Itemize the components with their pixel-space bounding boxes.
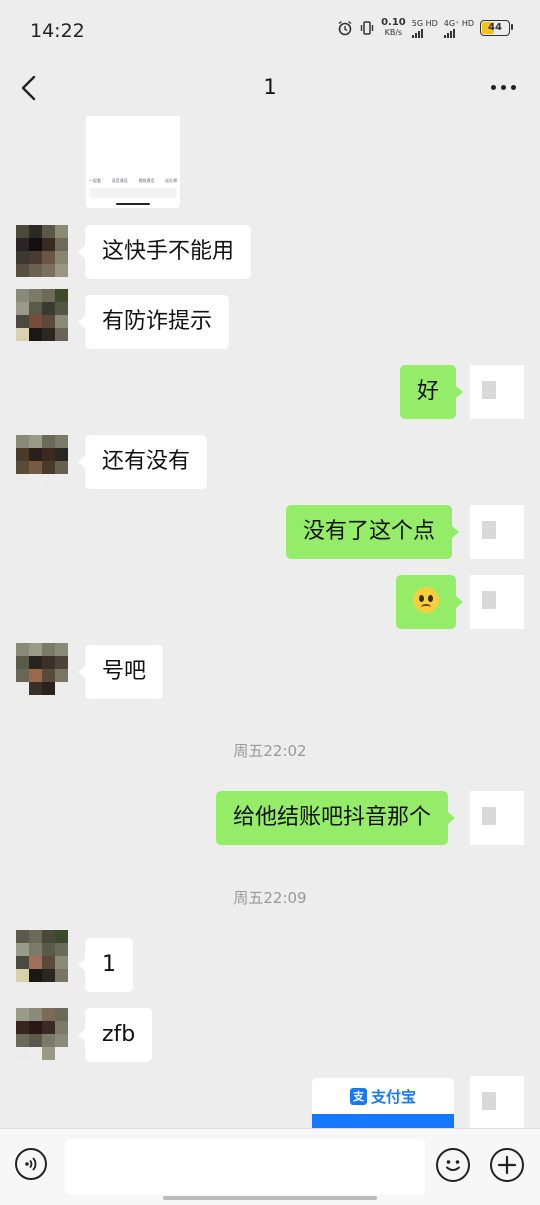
battery-icon: 44 <box>480 20 513 36</box>
status-time: 14:22 <box>30 20 85 42</box>
avatar[interactable] <box>16 643 68 695</box>
time-separator: 周五22:09 <box>233 889 307 907</box>
vibrate-icon <box>360 21 374 35</box>
avatar[interactable] <box>16 289 68 341</box>
sim1-signal: 5G HD <box>411 18 438 38</box>
avatar[interactable] <box>16 1008 68 1060</box>
chat-header: 1 <box>0 62 540 116</box>
message-bubble[interactable]: 还有没有 <box>77 435 208 489</box>
image-message[interactable]: 一起看 语音通话 视频通话 送礼物 <box>86 116 180 208</box>
chat-title: 1 <box>263 75 277 99</box>
message-bubble[interactable]: 号吧 <box>77 645 164 699</box>
pleading-face-emoji <box>413 587 439 613</box>
my-avatar[interactable] <box>470 365 524 419</box>
avatar[interactable] <box>16 225 68 277</box>
preview-item: 送礼物 <box>164 178 177 183</box>
my-avatar[interactable] <box>470 1076 524 1128</box>
message-input[interactable] <box>65 1139 425 1195</box>
message-bubble[interactable]: 1 <box>78 938 133 992</box>
battery-level: 44 <box>488 22 502 33</box>
message-bubble[interactable]: 有防诈提示 <box>77 295 230 349</box>
status-icons: 0.10 KB/s 5G HD 4G⁺ HD 44 <box>337 18 513 38</box>
status-bar: 14:22 0.10 KB/s 5G HD 4G⁺ HD 44 <box>0 0 540 62</box>
message-bubble-emoji[interactable] <box>396 575 463 629</box>
net-speed: 0.10 KB/s <box>381 18 406 38</box>
alipay-brand: 支付宝 <box>370 1087 416 1106</box>
more-icon[interactable] <box>491 85 516 90</box>
alipay-card[interactable]: 支 支付宝 <box>312 1078 454 1128</box>
message-bubble[interactable]: 这快手不能用 <box>77 225 252 279</box>
preview-item: 一起看 <box>89 178 101 183</box>
image-preview-toolbar: 一起看 语音通话 视频通话 送礼物 <box>89 178 177 186</box>
message-bubble[interactable]: 没有了这个点 <box>286 505 460 559</box>
voice-icon[interactable] <box>15 1148 47 1180</box>
message-bubble[interactable]: zfb <box>77 1008 153 1062</box>
net-speed-unit: KB/s <box>384 28 403 37</box>
sim1-label: 5G HD <box>411 18 438 28</box>
my-avatar[interactable] <box>470 791 524 845</box>
alarm-icon <box>338 20 352 36</box>
alipay-banner <box>312 1114 454 1128</box>
signal-icon <box>411 28 438 38</box>
alipay-logo-icon: 支 <box>349 1087 367 1105</box>
sim2-label: 4G⁺ HD <box>443 18 474 28</box>
time-separator: 周五22:02 <box>233 742 307 760</box>
plus-icon[interactable] <box>490 1148 524 1182</box>
message-bubble[interactable]: 给他结账吧抖音那个 <box>216 791 456 845</box>
input-bar <box>0 1128 540 1205</box>
my-avatar[interactable] <box>470 575 524 629</box>
signal-icon-2 <box>443 28 474 38</box>
preview-item: 视频通话 <box>138 178 155 183</box>
gesture-bar <box>163 1196 377 1200</box>
message-list[interactable]: 一起看 语音通话 视频通话 送礼物 这快手不能用 有防诈提示 好 还有没有 没有… <box>0 116 540 1128</box>
my-avatar[interactable] <box>470 505 524 559</box>
net-speed-value: 0.10 <box>381 17 406 28</box>
image-preview-home-bar <box>116 203 150 205</box>
image-preview-input <box>89 188 177 198</box>
message-bubble[interactable]: 好 <box>400 365 464 419</box>
sim2-signal: 4G⁺ HD <box>443 18 474 38</box>
avatar[interactable] <box>16 930 68 982</box>
alipay-header: 支 支付宝 <box>312 1078 454 1114</box>
emoji-icon[interactable] <box>436 1148 470 1182</box>
avatar[interactable] <box>16 435 68 487</box>
preview-item: 语音通话 <box>111 178 128 183</box>
